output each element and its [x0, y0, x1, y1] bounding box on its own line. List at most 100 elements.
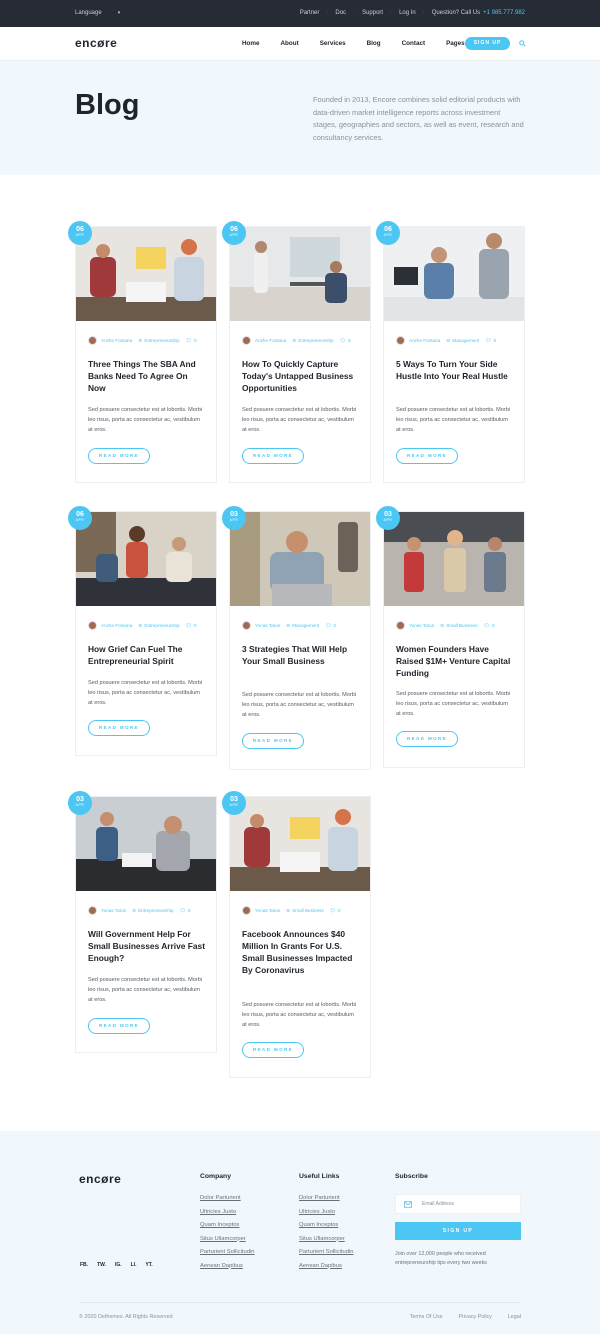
comment-icon: 💬︎ — [329, 907, 336, 914]
nav-contact[interactable]: Contact — [402, 40, 425, 47]
post-title[interactable]: Women Founders Have Raised $1M+ Venture … — [396, 643, 514, 679]
post-category[interactable]: Entrepreneurship — [144, 623, 179, 628]
post-image[interactable] — [230, 227, 370, 321]
nav-home[interactable]: Home — [242, 40, 260, 47]
top-links: Partner · Doc · Support · Log In · Question?… — [300, 10, 525, 16]
post-title[interactable]: 3 Strategies That Will Help Your Small B… — [242, 643, 360, 667]
footer-link[interactable]: Aenean Dapibus — [200, 1263, 254, 1270]
avatar — [242, 336, 251, 345]
separator-dot: · — [390, 10, 393, 16]
comment-count[interactable]: 0 — [194, 623, 197, 628]
read-more-button[interactable]: READ MORE — [242, 733, 304, 749]
post-category[interactable]: Entrepreneurship — [144, 338, 179, 343]
nav-services[interactable]: Services — [320, 40, 346, 47]
social-linkedin[interactable]: LI. — [131, 1262, 137, 1268]
post-title[interactable]: Will Government Help For Small Businesse… — [88, 928, 206, 964]
footer-link[interactable]: Parturient Sollicitudin — [299, 1249, 353, 1256]
read-more-button[interactable]: READ MORE — [396, 448, 458, 464]
comment-count[interactable]: 0 — [194, 338, 197, 343]
footer-link[interactable]: Ultricies Justo — [200, 1209, 254, 1216]
footer-link[interactable]: Dolor Parturient — [200, 1195, 254, 1202]
post-category[interactable]: Entrepreneurship — [298, 338, 333, 343]
footer-link[interactable]: Situs Ullamcorper — [200, 1236, 254, 1243]
signup-button[interactable]: SIGN UP — [465, 37, 510, 50]
post-category[interactable]: Entrepreneurship — [138, 908, 173, 913]
footer-link[interactable]: Quam Inceptos — [299, 1222, 353, 1229]
category-icon: ≋ — [132, 907, 137, 914]
post-title[interactable]: 5 Ways To Turn Your Side Hustle Into You… — [396, 358, 514, 382]
post-image[interactable] — [76, 512, 216, 606]
footer-link[interactable]: Aenean Dapibus — [299, 1263, 353, 1270]
read-more-button[interactable]: READ MORE — [88, 720, 150, 736]
post-image[interactable] — [76, 797, 216, 891]
post-author[interactable]: Yonas Tarus — [255, 908, 280, 913]
read-more-button[interactable]: READ MORE — [88, 1018, 150, 1034]
comment-count[interactable]: 0 — [492, 623, 495, 628]
comment-count[interactable]: 0 — [494, 338, 497, 343]
social-instagram[interactable]: IG. — [115, 1262, 122, 1268]
comment-count[interactable]: 0 — [348, 338, 351, 343]
footer-link[interactable]: Quam Inceptos — [200, 1222, 254, 1229]
post-author[interactable]: Anzhe Fontana — [255, 338, 286, 343]
post-title[interactable]: How Grief Can Fuel The Entrepreneurial S… — [88, 643, 206, 667]
post-meta: Anzhe Fontana ≋ Management 💬︎ 0 — [396, 336, 496, 345]
read-more-button[interactable]: READ MORE — [88, 448, 150, 464]
footer-logo[interactable]: encøre — [79, 1172, 121, 1186]
post-author[interactable]: Anzhe Fontana — [409, 338, 440, 343]
top-link-partner[interactable]: Partner — [300, 10, 320, 16]
social-twitter[interactable]: TW. — [97, 1262, 106, 1268]
date-month: APR — [229, 233, 239, 237]
legal-privacy[interactable]: Privacy Policy — [458, 1314, 492, 1320]
post-author[interactable]: Anzhe Fontana — [101, 338, 132, 343]
language-selector[interactable]: Language ▾ — [75, 10, 120, 16]
post-title[interactable]: How To Quickly Capture Today's Untapped … — [242, 358, 360, 394]
top-link-login[interactable]: Log In — [399, 10, 416, 16]
footer-link[interactable]: Situs Ullamcorper — [299, 1236, 353, 1243]
post-title[interactable]: Three Things The SBA And Banks Need To A… — [88, 358, 206, 394]
read-more-button[interactable]: READ MORE — [396, 731, 458, 747]
comment-count[interactable]: 0 — [333, 623, 336, 628]
post-image[interactable] — [76, 227, 216, 321]
post-category[interactable]: Small Business — [446, 623, 477, 628]
post-image[interactable] — [230, 797, 370, 891]
post-category[interactable]: Management — [452, 338, 479, 343]
footer-subscribe-column: Subscribe — [395, 1173, 428, 1195]
phone-link[interactable]: +1 985.777.982 — [483, 10, 525, 16]
footer-link[interactable]: Ultricies Justo — [299, 1209, 353, 1216]
email-field[interactable]: Email Address — [395, 1194, 521, 1214]
post-author[interactable]: Anzhe Fontana — [101, 623, 132, 628]
comment-count[interactable]: 0 — [338, 908, 341, 913]
nav-about[interactable]: About — [281, 40, 299, 47]
post-category[interactable]: Management — [292, 623, 319, 628]
logo[interactable]: encøre — [75, 36, 117, 50]
post-category[interactable]: Small Business — [292, 908, 323, 913]
social-links: FB. TW. IG. LI. YT. — [80, 1262, 162, 1268]
date-day: 03 — [384, 511, 392, 518]
avatar — [242, 906, 251, 915]
read-more-button[interactable]: READ MORE — [242, 448, 304, 464]
legal-terms[interactable]: Terms Of Use — [410, 1314, 443, 1320]
social-facebook[interactable]: FB. — [80, 1262, 88, 1268]
nav-blog[interactable]: Blog — [367, 40, 381, 47]
language-label: Language — [75, 10, 102, 16]
footer-link[interactable]: Dolor Parturient — [299, 1195, 353, 1202]
email-placeholder: Email Address — [422, 1201, 454, 1207]
post-author[interactable]: Yonas Tarus — [409, 623, 434, 628]
post-image[interactable] — [230, 512, 370, 606]
separator-dot: · — [449, 1314, 452, 1320]
comment-count[interactable]: 0 — [188, 908, 191, 913]
post-title[interactable]: Facebook Announces $40 Million In Grants… — [242, 928, 360, 976]
top-link-support[interactable]: Support — [362, 10, 383, 16]
social-youtube[interactable]: YT. — [145, 1262, 152, 1268]
post-author[interactable]: Yonas Tarus — [101, 908, 126, 913]
post-image[interactable] — [384, 227, 524, 321]
top-link-doc[interactable]: Doc — [335, 10, 346, 16]
read-more-button[interactable]: READ MORE — [242, 1042, 304, 1058]
post-author[interactable]: Yonas Tarus — [255, 623, 280, 628]
legal-legal[interactable]: Legal — [508, 1314, 521, 1320]
subscribe-button[interactable]: SIGN UP — [395, 1222, 521, 1240]
search-icon[interactable] — [519, 40, 526, 47]
post-image[interactable] — [384, 512, 524, 606]
date-day: 06 — [76, 511, 84, 518]
footer-link[interactable]: Parturient Sollicitudin — [200, 1249, 254, 1256]
